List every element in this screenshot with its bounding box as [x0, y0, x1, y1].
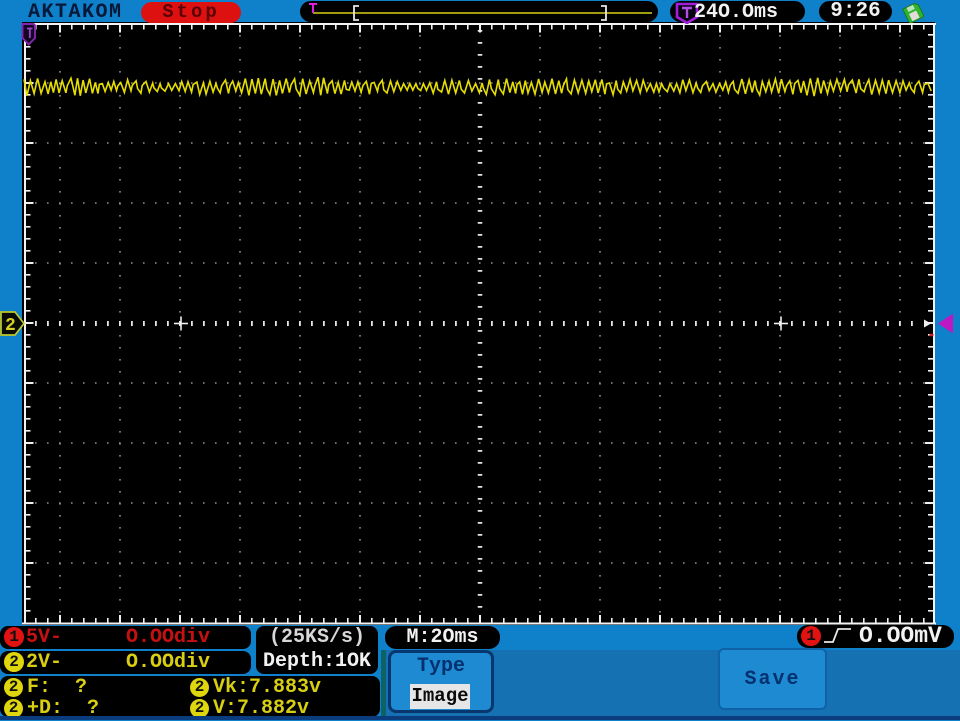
svg-text:2: 2: [5, 316, 16, 336]
